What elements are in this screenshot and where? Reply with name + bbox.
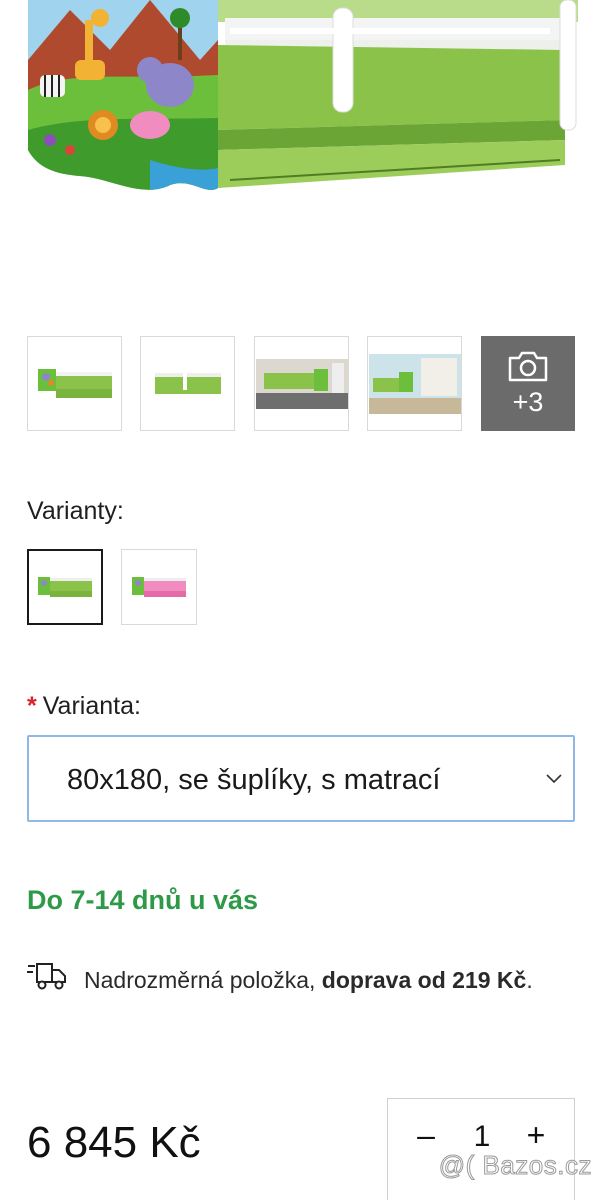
thumbnail-strip: +3 [27, 336, 575, 431]
product-main-image[interactable] [0, 0, 602, 320]
camera-icon [508, 351, 548, 382]
shipping-text-prefix: Nadrozměrná položka, [84, 967, 322, 993]
thumbnail-4[interactable] [367, 336, 462, 431]
variant-swatch-green[interactable] [27, 549, 103, 625]
truck-icon [27, 963, 66, 990]
variants-label: Varianty: [27, 497, 124, 525]
quantity-stepper: – 1 + [387, 1098, 575, 1200]
variant-select-label-text: Varianta: [42, 692, 141, 720]
increase-quantity-button[interactable]: + [516, 1117, 556, 1154]
bazos-watermark: @( Bazos.cz [438, 1150, 592, 1181]
thumbnail-3[interactable] [254, 336, 349, 431]
required-mark: * [27, 692, 37, 720]
more-photos-button[interactable]: +3 [481, 336, 575, 431]
quantity-value[interactable]: 1 [458, 1120, 506, 1154]
decrease-quantity-button[interactable]: – [406, 1117, 446, 1154]
thumbnail-2[interactable] [140, 336, 235, 431]
delivery-time: Do 7-14 dnů u vás [27, 885, 259, 915]
variant-select-value: 80x180, se šuplíky, s matrací [67, 764, 441, 796]
variant-select-label: * Varianta: [27, 692, 141, 721]
thumbnail-1[interactable] [27, 336, 122, 431]
variant-select[interactable]: 80x180, se šuplíky, s matrací [27, 735, 575, 822]
variant-swatch-pink[interactable] [121, 549, 197, 625]
shipping-text-suffix: . [526, 967, 533, 993]
more-photos-count: +3 [512, 387, 544, 417]
variant-swatches [27, 549, 327, 625]
shipping-price: doprava od 219 Kč [321, 967, 527, 993]
product-price: 6 845 Kč [27, 1118, 201, 1167]
shipping-text: Nadrozměrná položka, doprava od 219 Kč. [84, 958, 574, 1002]
chevron-down-icon [546, 774, 562, 784]
